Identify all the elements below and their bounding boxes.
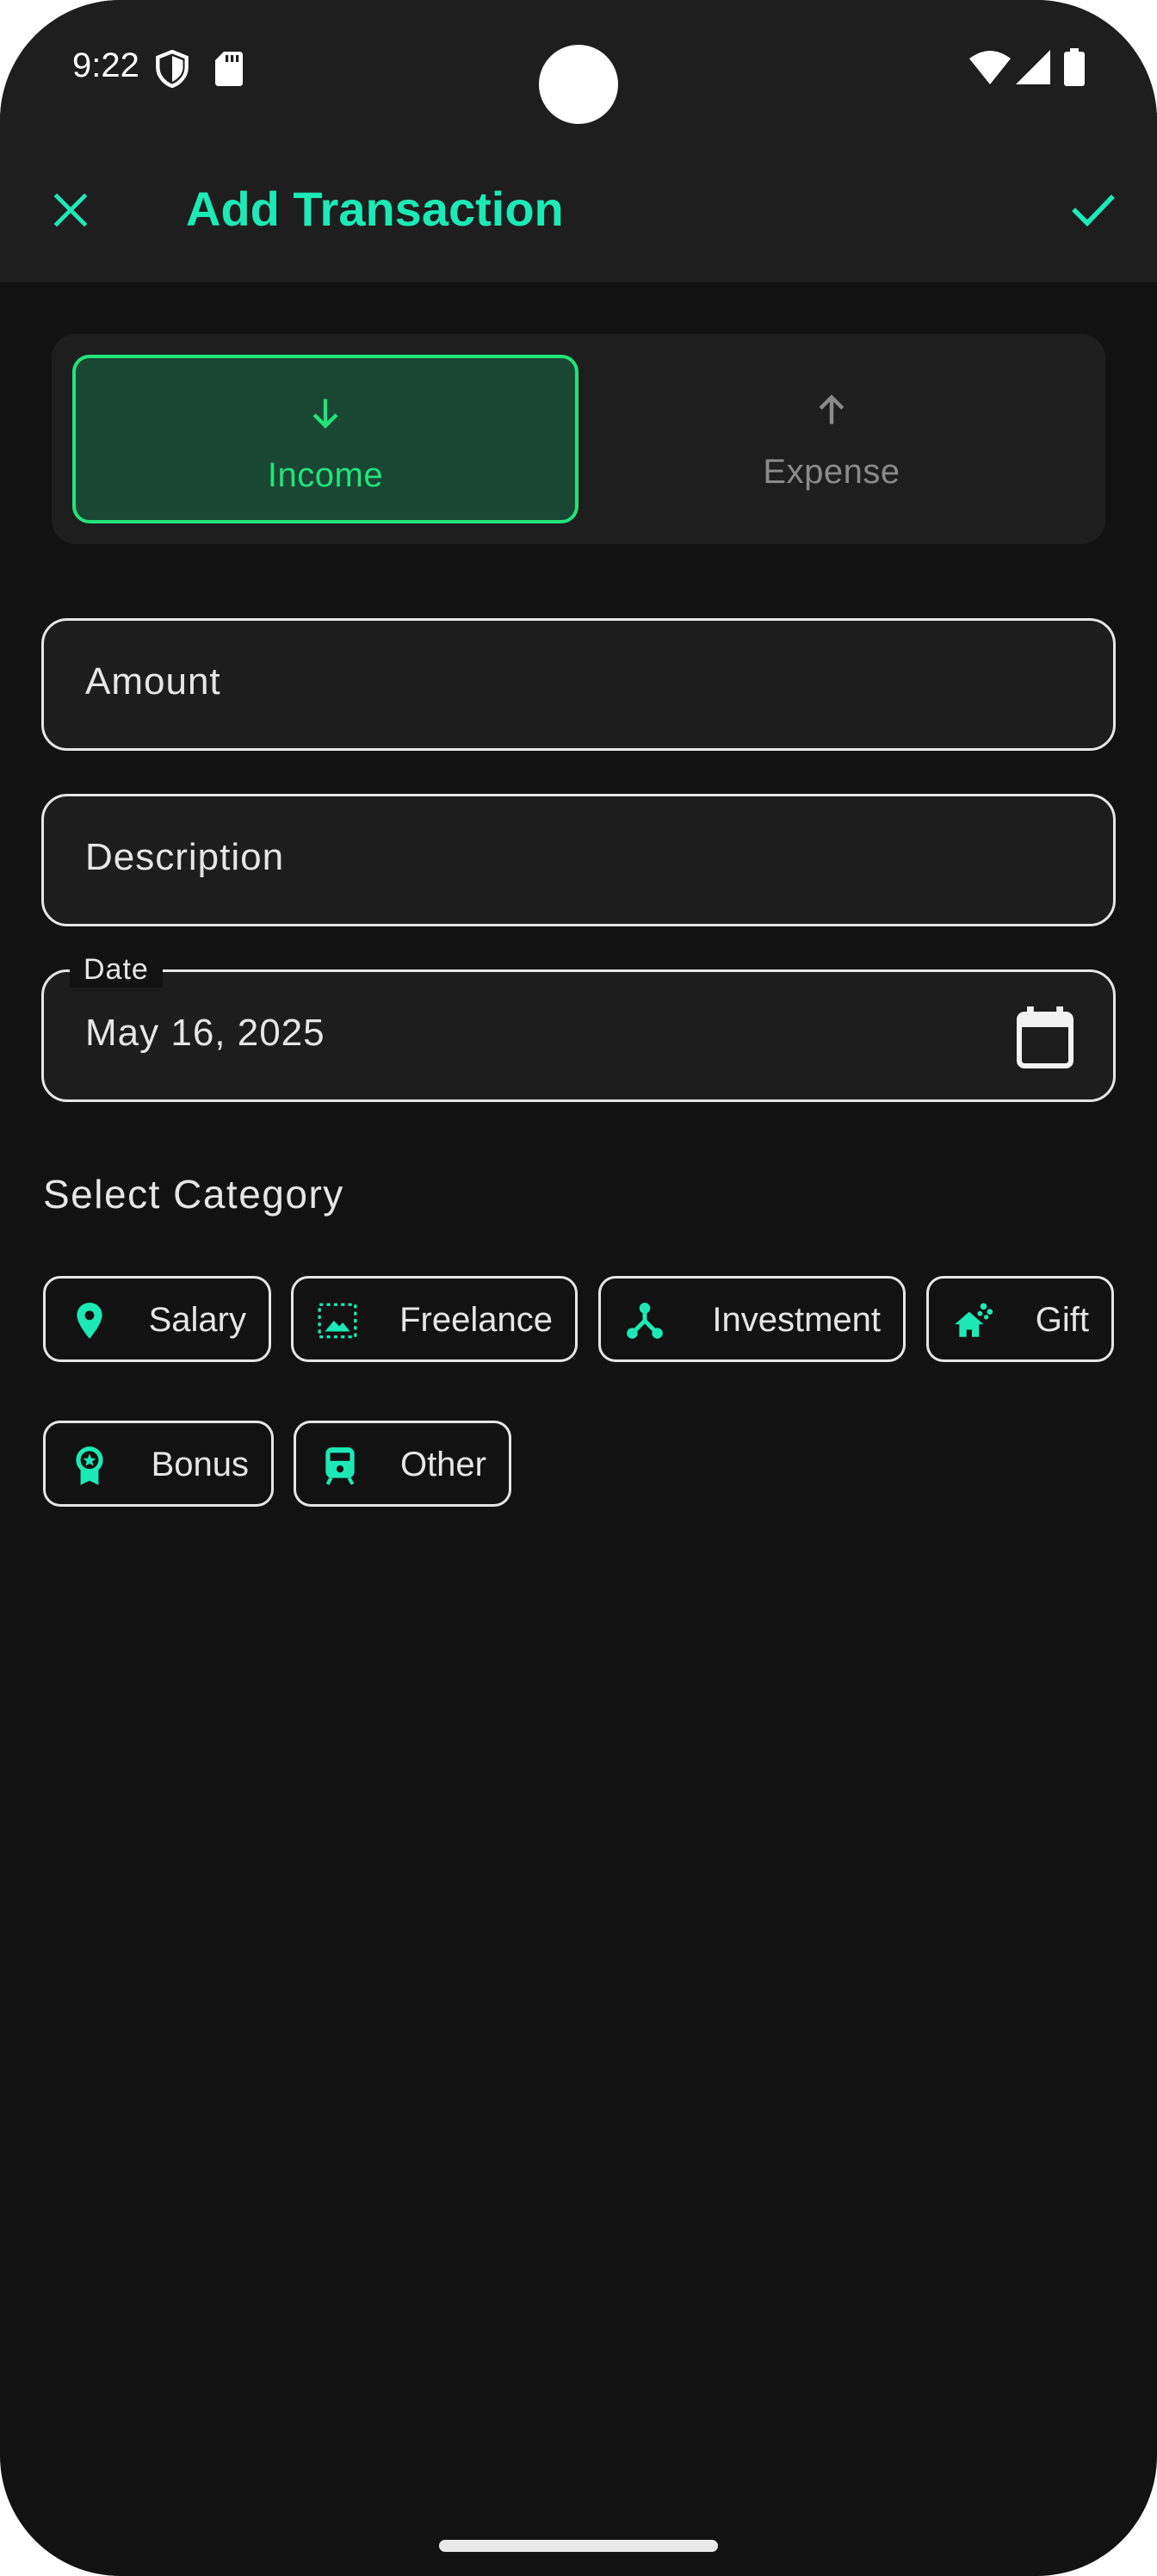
check-icon [1072, 195, 1115, 227]
close-icon [53, 193, 88, 227]
location-pin-icon [77, 1303, 102, 1339]
front-camera [539, 45, 618, 124]
phone-screen: 9:22 Add Transaction Income Expense Amou… [0, 0, 1157, 2576]
close-button[interactable] [38, 177, 103, 243]
transaction-type-toggle: Income Expense [52, 334, 1105, 544]
category-chip-bonus[interactable]: Bonus [43, 1421, 274, 1507]
status-bar: 9:22 [0, 0, 1157, 138]
arrow-up-icon [819, 394, 845, 424]
shield-icon [156, 50, 189, 88]
chip-label: Salary [148, 1301, 246, 1339]
status-time: 9:22 [72, 46, 139, 84]
category-chip-investment[interactable]: Investment [598, 1276, 906, 1362]
signal-icon [1016, 50, 1050, 84]
expense-option[interactable]: Expense [578, 355, 1085, 523]
chip-label: Bonus [151, 1446, 249, 1483]
date-field[interactable]: Date May 16, 2025 [41, 951, 1116, 1102]
date-picker-button[interactable] [1017, 1006, 1073, 1068]
category-chip-gift[interactable]: Gift [926, 1276, 1114, 1362]
arrow-down-icon [312, 399, 338, 429]
house-sparkle-icon [955, 1303, 993, 1337]
date-value: May 16, 2025 [85, 1012, 325, 1054]
sd-card-icon [215, 52, 243, 86]
page-title: Add Transaction [186, 182, 564, 236]
expense-label: Expense [763, 453, 900, 491]
date-label: Date [70, 951, 163, 988]
chip-label: Other [399, 1446, 486, 1483]
description-placeholder: Description [85, 836, 285, 878]
chip-label: Gift [1035, 1301, 1089, 1339]
home-indicator[interactable] [439, 2540, 718, 2552]
battery-icon [1064, 48, 1085, 86]
calendar-icon [1017, 1006, 1073, 1068]
hub-icon [627, 1303, 663, 1339]
award-badge-icon [76, 1446, 103, 1485]
train-icon [325, 1447, 355, 1485]
photo-frame-icon [318, 1303, 357, 1339]
amount-placeholder: Amount [85, 660, 221, 703]
wifi-icon [969, 51, 1011, 84]
income-option[interactable]: Income [72, 355, 578, 523]
description-field[interactable]: Description [41, 794, 1116, 926]
category-section-title: Select Category [43, 1172, 344, 1217]
category-chip-other[interactable]: Other [294, 1421, 511, 1507]
app-bar: Add Transaction [0, 138, 1157, 282]
amount-field[interactable]: Amount [41, 618, 1116, 751]
category-chip-freelance[interactable]: Freelance [291, 1276, 578, 1362]
chip-label: Investment [712, 1301, 881, 1339]
income-label: Income [267, 456, 384, 494]
save-button[interactable] [1061, 177, 1126, 243]
chip-label: Freelance [399, 1301, 553, 1339]
category-chip-salary[interactable]: Salary [43, 1276, 271, 1362]
